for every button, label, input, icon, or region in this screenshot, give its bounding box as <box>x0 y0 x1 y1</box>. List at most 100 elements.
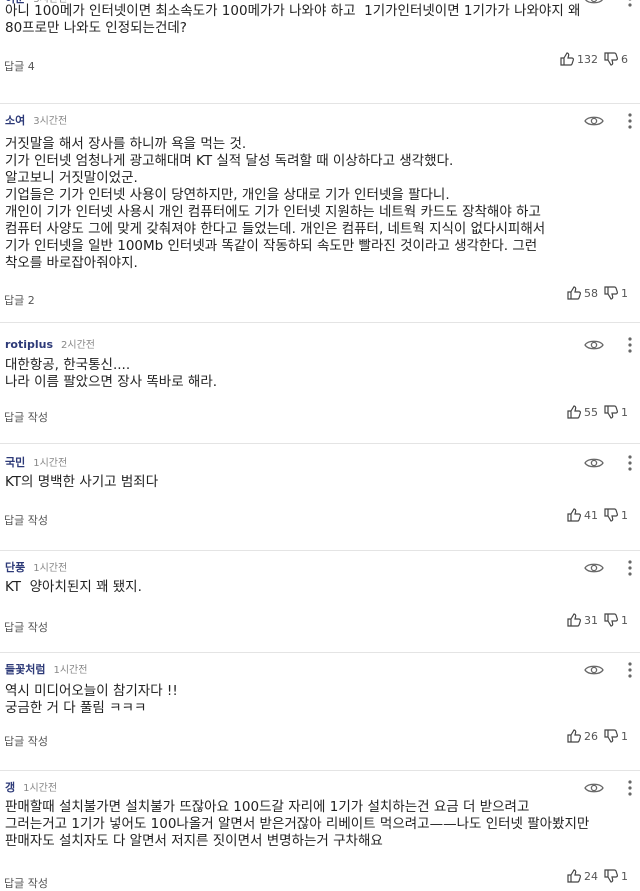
vote-group: 55 1 <box>567 405 628 419</box>
comment-header: 국민 1시간전 <box>5 454 67 474</box>
thumbs-up-icon <box>567 508 581 522</box>
vote-group: 41 1 <box>567 508 628 522</box>
like-button[interactable]: 55 <box>567 405 598 419</box>
vote-group: 24 1 <box>567 869 628 883</box>
eye-icon[interactable] <box>584 782 604 794</box>
comment-body: 아니 100메가 인터넷이면 최소속도가 100메가가 나와야 하고 1기가인터… <box>5 3 581 36</box>
like-button[interactable]: 31 <box>567 613 598 627</box>
comment-nickname[interactable]: rotiplus <box>5 338 53 351</box>
comment-nickname[interactable]: 들꽃처럼 <box>5 661 45 677</box>
like-button[interactable]: 132 <box>560 52 598 66</box>
comment-nickname[interactable]: 단풍 <box>5 559 25 575</box>
comment-nickname[interactable]: 국민 <box>5 454 25 470</box>
thumbs-down-icon <box>604 613 618 627</box>
more-options-icon[interactable] <box>628 0 632 7</box>
dislike-count: 1 <box>621 613 628 627</box>
like-count: 26 <box>584 729 598 743</box>
like-button[interactable]: 58 <box>567 286 598 300</box>
thumbs-up-icon <box>567 613 581 627</box>
comment-header: 갱 1시간전 <box>5 779 57 799</box>
thumbs-down-icon <box>604 869 618 883</box>
reply-button[interactable]: 답글 작성 <box>4 875 48 891</box>
dislike-count: 1 <box>621 729 628 743</box>
comment-timestamp: 1시간전 <box>33 563 68 574</box>
dislike-button[interactable]: 1 <box>604 286 628 300</box>
dislike-count: 1 <box>621 286 628 300</box>
dislike-button[interactable]: 6 <box>604 52 628 66</box>
comment-timestamp: 3시간전 <box>33 116 68 127</box>
more-options-icon[interactable] <box>628 337 632 353</box>
like-count: 41 <box>584 508 598 522</box>
vote-group: 31 1 <box>567 613 628 627</box>
comment-body: 역시 미디어오늘이 참기자다 !! 궁금한 거 다 풀림 ㅋㅋㅋ <box>5 683 178 716</box>
comment-item: 단풍 1시간전 KT 양아치된지 꽤 됐지. 답글 작성 31 1 <box>0 550 640 649</box>
reply-button[interactable]: 답글 2 <box>4 292 35 308</box>
comment-item: 갱 1시간전 판매할때 설치불가면 설치불가 뜨잖아요 100드갈 자리에 1기… <box>0 770 640 891</box>
thumbs-up-icon <box>567 729 581 743</box>
comment-timestamp: 1시간전 <box>53 665 88 676</box>
more-options-icon[interactable] <box>628 560 632 576</box>
dislike-count: 1 <box>621 405 628 419</box>
reply-button[interactable]: 답글 작성 <box>4 512 48 528</box>
thumbs-down-icon <box>604 508 618 522</box>
dislike-count: 6 <box>621 52 628 66</box>
eye-icon[interactable] <box>584 339 604 351</box>
comment-item: 들꽃처럼 1시간전 역시 미디어오늘이 참기자다 !! 궁금한 거 다 풀림 ㅋ… <box>0 652 640 758</box>
comment-nickname[interactable]: 소여 <box>5 112 25 128</box>
comment-header: 소여 3시간전 <box>5 112 67 132</box>
like-count: 58 <box>584 286 598 300</box>
thumbs-up-icon <box>560 52 574 66</box>
comment-body: 판매할때 설치불가면 설치불가 뜨잖아요 100드갈 자리에 1기가 설치하는건… <box>5 799 590 849</box>
dislike-button[interactable]: 1 <box>604 508 628 522</box>
reply-button[interactable]: 답글 작성 <box>4 733 48 749</box>
thumbs-up-icon <box>567 286 581 300</box>
more-options-icon[interactable] <box>628 662 632 678</box>
comment-body: KT 양아치된지 꽤 됐지. <box>5 579 142 595</box>
comment-item: rotiplus 2시간전 대한항공, 한국통신.... 나라 이름 팔았으면 … <box>0 322 640 433</box>
comment-item: 국민 1시간전 KT의 명백한 사기고 범죄다 답글 작성 41 1 <box>0 443 640 544</box>
dislike-button[interactable]: 1 <box>604 613 628 627</box>
dislike-button[interactable]: 1 <box>604 869 628 883</box>
comment-item: 소여 3시간전 거짓말을 해서 장사를 하니까 욕을 먹는 것. 기가 인터넷 … <box>0 103 640 319</box>
like-count: 31 <box>584 613 598 627</box>
like-count: 55 <box>584 405 598 419</box>
vote-group: 26 1 <box>567 729 628 743</box>
comment-body: 대한항공, 한국통신.... 나라 이름 팔았으면 장사 똑바로 해라. <box>5 357 218 390</box>
dislike-count: 1 <box>621 508 628 522</box>
dislike-button[interactable]: 1 <box>604 405 628 419</box>
comment-body: KT의 명백한 사기고 범죄다 <box>5 474 159 490</box>
thumbs-up-icon <box>567 869 581 883</box>
more-options-icon[interactable] <box>628 780 632 796</box>
comment-header: rotiplus 2시간전 <box>5 336 95 356</box>
like-count: 132 <box>577 52 598 66</box>
comment-body: 거짓말을 해서 장사를 하니까 욕을 먹는 것. 기가 인터넷 엄청나게 광고해… <box>5 136 546 271</box>
thumbs-down-icon <box>604 405 618 419</box>
eye-icon[interactable] <box>584 664 604 676</box>
like-count: 24 <box>584 869 598 883</box>
like-button[interactable]: 24 <box>567 869 598 883</box>
comment-item: 이순 3시간전 아니 100메가 인터넷이면 최소속도가 100메가가 나와야 … <box>0 0 640 74</box>
like-button[interactable]: 26 <box>567 729 598 743</box>
thumbs-down-icon <box>604 729 618 743</box>
more-options-icon[interactable] <box>628 113 632 129</box>
thumbs-down-icon <box>604 286 618 300</box>
thumbs-down-icon <box>604 52 618 66</box>
eye-icon[interactable] <box>584 457 604 469</box>
comment-header: 들꽃처럼 1시간전 <box>5 661 87 681</box>
comment-header: 단풍 1시간전 <box>5 559 67 579</box>
like-button[interactable]: 41 <box>567 508 598 522</box>
dislike-count: 1 <box>621 869 628 883</box>
reply-button[interactable]: 답글 작성 <box>4 409 48 425</box>
more-options-icon[interactable] <box>628 455 632 471</box>
comment-timestamp: 1시간전 <box>33 458 68 469</box>
comment-nickname[interactable]: 갱 <box>5 779 15 795</box>
comment-timestamp: 2시간전 <box>61 340 96 351</box>
eye-icon[interactable] <box>584 115 604 127</box>
comment-timestamp: 1시간전 <box>23 783 58 794</box>
thumbs-up-icon <box>567 405 581 419</box>
reply-button[interactable]: 답글 작성 <box>4 619 48 635</box>
eye-icon[interactable] <box>584 562 604 574</box>
vote-group: 58 1 <box>567 286 628 300</box>
reply-button[interactable]: 답글 4 <box>4 58 35 74</box>
dislike-button[interactable]: 1 <box>604 729 628 743</box>
